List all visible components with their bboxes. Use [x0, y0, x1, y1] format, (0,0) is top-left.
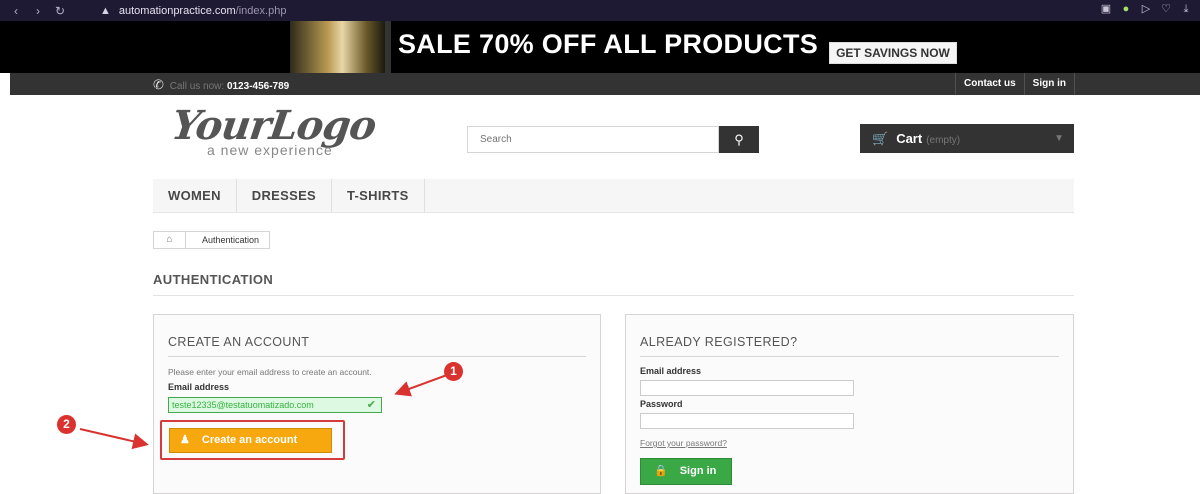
site-logo[interactable]: YourLogo a new experience	[169, 102, 402, 162]
contact-us-link[interactable]: Contact us	[955, 73, 1024, 95]
heart-icon[interactable]: ♡	[1160, 3, 1172, 15]
address-bar[interactable]: automationpractice.com/index.php	[119, 5, 287, 17]
phone-icon: ✆	[153, 77, 164, 92]
breadcrumb-current: Authentication	[202, 235, 260, 245]
login-email-label: Email address	[640, 366, 702, 376]
banner-photo	[290, 21, 385, 73]
url-host: automationpractice.com	[118, 4, 236, 17]
camera-icon[interactable]: ▣	[1100, 3, 1112, 15]
annotation-badge-2: 2	[57, 415, 76, 434]
search-input[interactable]	[467, 126, 719, 153]
search-button[interactable]: ⚲	[719, 126, 759, 153]
check-icon: ✔	[366, 399, 376, 411]
create-email-field[interactable]: teste12335@testatuomatizado.com ✔	[168, 397, 382, 413]
menu-item-dresses[interactable]: DRESSES	[237, 179, 333, 213]
sign-in-label: Sign in	[679, 465, 717, 477]
arrow-to-create-button	[79, 428, 149, 450]
login-email-field[interactable]	[640, 380, 854, 396]
create-email-label: Email address	[168, 382, 230, 392]
cart-button[interactable]: 🛒 Cart (empty) ▼	[860, 124, 1074, 153]
create-button-highlight	[160, 420, 345, 460]
search-icon: ⚲	[734, 132, 744, 147]
chevron-down-icon: ▼	[1054, 133, 1064, 144]
already-registered-heading: ALREADY REGISTERED?	[640, 335, 1059, 357]
header-topbar: ✆ Call us now: 0123-456-789 Contact us S…	[10, 73, 1200, 95]
menu-item-tshirts[interactable]: T-SHIRTS	[332, 179, 425, 213]
menu-item-women[interactable]: WOMEN	[153, 179, 237, 213]
call-label: Call us now:	[169, 81, 225, 92]
search-form: ⚲	[467, 126, 759, 153]
header-links: Contact us Sign in	[955, 73, 1076, 95]
promo-banner[interactable]: SALE 70% OFF ALL PRODUCTS GET SAVINGS NO…	[0, 21, 1200, 73]
sign-in-button[interactable]: 🔒 Sign in	[640, 458, 732, 485]
sign-in-link[interactable]: Sign in	[1023, 73, 1076, 95]
create-account-intro: Please enter your email address to creat…	[168, 367, 372, 377]
lock-icon: 🔒	[654, 465, 668, 477]
create-email-value: teste12335@testatuomatizado.com	[172, 400, 314, 410]
main-menu: WOMEN DRESSES T-SHIRTS	[153, 179, 1074, 213]
already-registered-panel: ALREADY REGISTERED? Email address Passwo…	[625, 314, 1074, 494]
browser-extensions: ▣ ● ▷ ♡ ⤓	[1100, 3, 1192, 15]
back-icon[interactable]: ‹	[10, 4, 22, 18]
phone-number: 0123-456-789	[226, 81, 290, 92]
get-savings-button[interactable]: GET SAVINGS NOW	[829, 42, 957, 64]
sale-headline: SALE 70% OFF ALL PRODUCTS	[398, 29, 819, 59]
breadcrumb: ⌂ Authentication	[153, 231, 271, 249]
cart-state: (empty)	[926, 135, 961, 146]
shield-icon[interactable]: ●	[1120, 3, 1132, 15]
password-label: Password	[640, 399, 683, 409]
reload-icon[interactable]: ↻	[54, 4, 66, 18]
browser-toolbar: ‹ › ↻ ▲ automationpractice.com/index.php…	[0, 0, 1200, 21]
send-icon[interactable]: ▷	[1140, 3, 1152, 15]
create-account-panel: CREATE AN ACCOUNT Please enter your emai…	[153, 314, 601, 494]
forgot-password-link[interactable]: Forgot your password?	[640, 438, 727, 448]
create-account-heading: CREATE AN ACCOUNT	[168, 335, 586, 357]
url-path: /index.php	[235, 4, 287, 17]
phone-info: ✆ Call us now: 0123-456-789	[153, 77, 289, 93]
page-title: AUTHENTICATION	[153, 272, 1074, 296]
banner-photo-edge	[385, 21, 391, 73]
forward-icon[interactable]: ›	[32, 4, 44, 18]
annotation-badge-1: 1	[444, 362, 463, 381]
cart-icon: 🛒	[872, 131, 889, 146]
browser-nav: ‹ › ↻	[0, 4, 100, 18]
cart-label: Cart	[896, 131, 923, 146]
logo-tagline: a new experience	[207, 142, 333, 158]
warning-icon: ▲	[100, 4, 111, 17]
download-icon[interactable]: ⤓	[1180, 3, 1192, 15]
home-icon[interactable]: ⌂	[154, 232, 186, 248]
password-field[interactable]	[640, 413, 854, 429]
